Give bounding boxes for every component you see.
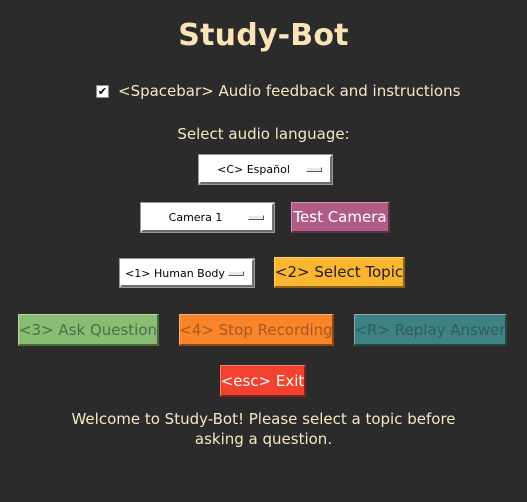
dropdown-indicator-icon bbox=[306, 167, 322, 172]
test-camera-button[interactable]: Test Camera bbox=[291, 202, 390, 233]
camera-dropdown[interactable]: Camera 1 bbox=[141, 203, 274, 232]
audio-feedback-label[interactable]: <Spacebar> Audio feedback and instructio… bbox=[118, 82, 460, 100]
app-title: Study-Bot bbox=[178, 18, 349, 53]
select-topic-button[interactable]: <2> Select Topic bbox=[274, 257, 405, 288]
status-line-2: asking a question. bbox=[194, 430, 333, 448]
language-label: Select audio language: bbox=[177, 125, 350, 143]
status-message: Welcome to Study-Bot! Please select a to… bbox=[0, 409, 527, 449]
exit-button[interactable]: <esc> Exit bbox=[220, 365, 306, 397]
camera-selected: Camera 1 bbox=[168, 211, 223, 224]
topic-dropdown[interactable]: <1> Human Body bbox=[120, 259, 254, 287]
status-line-1: Welcome to Study-Bot! Please select a to… bbox=[71, 410, 456, 428]
language-dropdown[interactable]: <C> Español bbox=[199, 155, 332, 184]
language-selected: <C> Español bbox=[217, 163, 290, 176]
topic-selected: <1> Human Body bbox=[125, 266, 225, 280]
dropdown-indicator-icon bbox=[228, 270, 244, 276]
ask-question-button[interactable]: <3> Ask Question bbox=[18, 314, 159, 346]
replay-answer-button[interactable]: <R> Replay Answer bbox=[354, 314, 507, 346]
audio-feedback-row[interactable]: ✔ <Spacebar> Audio feedback and instruct… bbox=[96, 81, 460, 101]
audio-feedback-checkbox[interactable]: ✔ bbox=[96, 84, 109, 98]
check-mark-icon: ✔ bbox=[97, 84, 108, 98]
dropdown-indicator-icon bbox=[248, 215, 264, 220]
stop-recording-button[interactable]: <4> Stop Recording bbox=[179, 314, 334, 346]
